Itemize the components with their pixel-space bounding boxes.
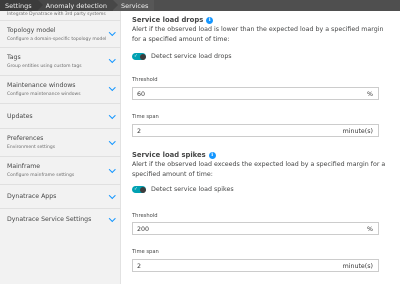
- section-title-load-drops: Service load drops i: [132, 16, 214, 24]
- section-description-load-spikes: Alert if the observed load exceeds the e…: [132, 161, 386, 178]
- chevron-down-icon: [108, 138, 115, 145]
- sidebar-item-updates[interactable]: Updates: [0, 104, 121, 129]
- input-unit: %: [367, 90, 373, 98]
- sidebar-item-label: Tags: [7, 54, 21, 61]
- drops-threshold-input[interactable]: 60 %: [132, 87, 379, 100]
- sidebar-item-tags[interactable]: Tags Group entities using custom tags: [0, 48, 121, 76]
- input-unit: minute(s): [342, 262, 373, 270]
- toggle-knob: [139, 186, 146, 193]
- toggle-row-load-drops: ✓ Detect service load drops: [132, 53, 232, 60]
- detect-load-drops-toggle[interactable]: ✓: [132, 53, 146, 60]
- input-value: 2: [137, 262, 142, 270]
- chevron-down-icon: [108, 29, 115, 36]
- sidebar-item-dynatrace-apps[interactable]: Dynatrace Apps: [0, 185, 121, 209]
- section-title-text: Service load spikes: [132, 151, 206, 159]
- sidebar-item-mainframe[interactable]: Mainframe Configure mainframe settings: [0, 157, 121, 185]
- info-icon[interactable]: i: [208, 151, 216, 159]
- breadcrumb-label: Settings: [5, 1, 32, 10]
- sidebar-item-subtitle: Environment settings: [7, 145, 56, 150]
- sidebar-item-label: Updates: [7, 113, 33, 120]
- breadcrumb-label: Services: [120, 1, 149, 10]
- section-description-load-drops: Alert if the observed load is lower than…: [132, 26, 384, 43]
- toggle-label: Detect service load drops: [151, 53, 232, 60]
- sidebar-item-subtitle: Configure maintenance windows: [7, 92, 81, 97]
- chevron-down-icon: [108, 84, 115, 91]
- breadcrumb-separator: [37, 0, 43, 10]
- chevron-down-icon: [108, 215, 115, 222]
- spikes-timespan-input[interactable]: 2 minute(s): [132, 259, 379, 272]
- input-unit: minute(s): [342, 127, 373, 135]
- sidebar-item-subtitle: Configure mainframe settings: [7, 173, 75, 178]
- section-title-load-spikes: Service load spikes i: [132, 151, 216, 159]
- toggle-row-load-spikes: ✓ Detect service load spikes: [132, 186, 234, 193]
- drops-timespan-input[interactable]: 2 minute(s): [132, 124, 379, 137]
- chevron-down-icon: [108, 192, 115, 199]
- threshold-label: Threshold: [132, 77, 158, 83]
- breadcrumb-services[interactable]: Services: [112, 0, 155, 11]
- checkmark-icon: ✓: [134, 186, 138, 192]
- sidebar-item-label: Preferences: [7, 135, 44, 142]
- breadcrumb-anomaly-detection[interactable]: Anomaly detection: [37, 0, 118, 11]
- sidebar-item-label: Dynatrace Service Settings: [7, 216, 92, 223]
- detect-load-spikes-toggle[interactable]: ✓: [132, 186, 146, 193]
- sidebar-item-subtitle: Group entities using custom tags: [7, 64, 82, 69]
- sidebar-item-label: Maintenance windows: [7, 82, 76, 89]
- section-title-text: Service load drops: [132, 16, 204, 24]
- sidebar-item-preferences[interactable]: Preferences Environment settings: [0, 129, 121, 157]
- timespan-label: Time span: [132, 249, 159, 255]
- chevron-down-icon: [108, 112, 115, 119]
- info-icon[interactable]: i: [206, 16, 214, 24]
- breadcrumb-settings[interactable]: Settings: [0, 0, 43, 11]
- checkmark-icon: ✓: [134, 53, 138, 59]
- service-anomaly-settings: Service load drops i Alert if the observ…: [122, 11, 400, 284]
- toggle-label: Detect service load spikes: [151, 186, 234, 193]
- sidebar-item-label: Topology model: [7, 27, 56, 34]
- chevron-down-icon: [108, 166, 115, 173]
- threshold-label: Threshold: [132, 213, 158, 219]
- sidebar-item-topology-model[interactable]: Topology model Configure a domain-specif…: [0, 21, 121, 48]
- input-value: 60: [137, 90, 146, 98]
- sidebar-item-maintenance-windows[interactable]: Maintenance windows Configure maintenanc…: [0, 76, 121, 104]
- breadcrumb: Settings Anomaly detection Services: [0, 0, 400, 11]
- breadcrumb-label: Anomaly detection: [45, 1, 107, 10]
- input-value: 2: [137, 127, 142, 135]
- sidebar-item-label: Dynatrace Apps: [7, 193, 57, 200]
- sidebar-item-label: Mainframe: [7, 163, 41, 170]
- sidebar-item-subtitle: Configure a domain-specific topology mod…: [7, 37, 107, 42]
- sidebar-partial-subtitle: Integrate Dynatrace with 3rd party syste…: [7, 12, 106, 17]
- toggle-knob: [139, 53, 146, 60]
- settings-sidebar: Integrate Dynatrace with 3rd party syste…: [0, 11, 121, 284]
- sidebar-item-dynatrace-service-settings[interactable]: Dynatrace Service Settings: [0, 209, 121, 234]
- breadcrumb-separator: [112, 0, 118, 10]
- chevron-down-icon: [108, 56, 115, 63]
- spikes-threshold-input[interactable]: 200 %: [132, 222, 379, 235]
- input-unit: %: [367, 225, 373, 233]
- input-value: 200: [137, 225, 150, 233]
- timespan-label: Time span: [132, 114, 159, 120]
